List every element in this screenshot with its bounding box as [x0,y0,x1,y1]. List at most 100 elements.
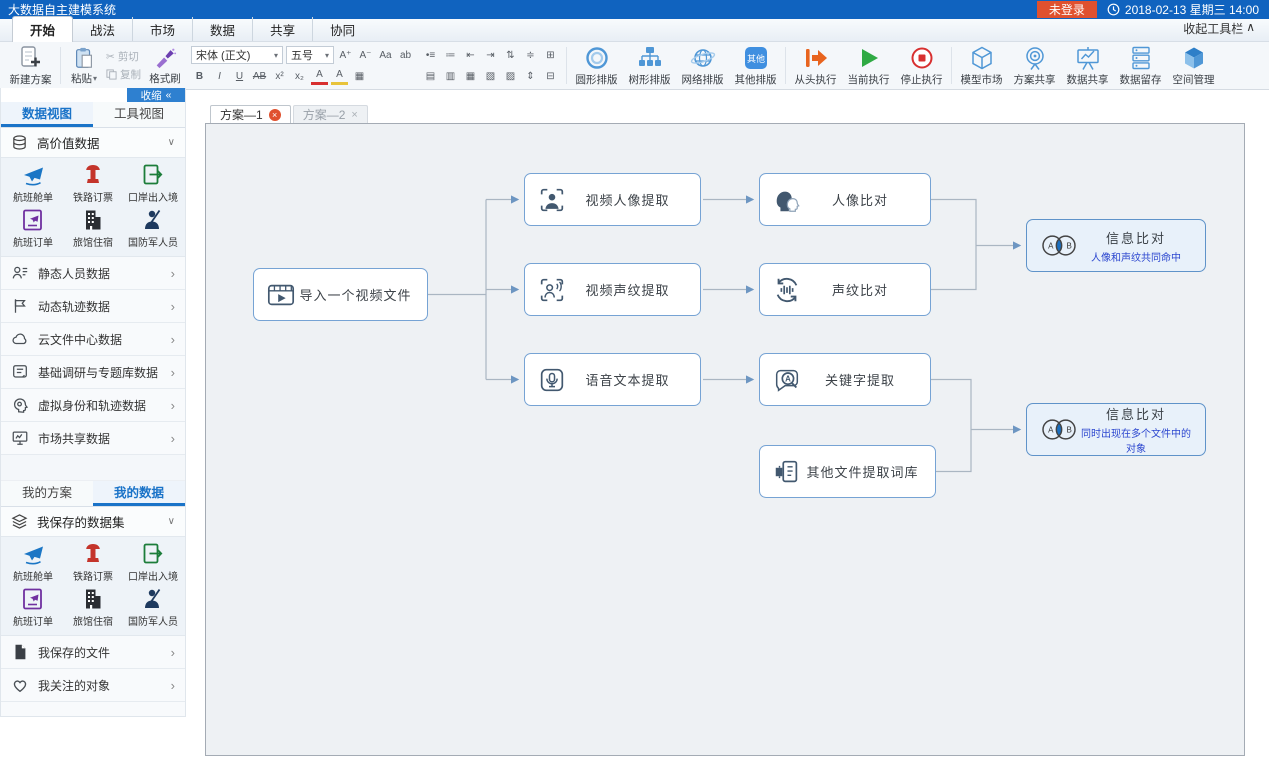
indent-button[interactable]: ⇥ [482,47,499,64]
align-left-button[interactable]: ▤ [422,68,439,85]
my-followed-objects-item[interactable]: 我关注的对象 › [1,669,185,702]
line-spacing-button[interactable]: ⇕ [522,68,539,85]
easel-chart-icon [1075,45,1101,71]
node-face-compare[interactable]: 人像比对 [759,173,931,226]
format-painter-button[interactable]: 格式刷 [143,43,187,88]
login-status-badge[interactable]: 未登录 [1037,1,1097,18]
collapse-toolbar-button[interactable]: 收起工具栏∧ [1183,20,1255,37]
menu-tab-start[interactable]: 开始 [12,16,73,42]
menu-tab-tactics[interactable]: 战法 [73,17,132,41]
menu-tab-share[interactable]: 共享 [252,17,312,41]
node-video-face-extract[interactable]: 视频人像提取 [524,173,701,226]
tab-tool-view[interactable]: 工具视图 [93,102,185,127]
dataset-railway-ticket[interactable]: 铁路订票 [63,542,123,583]
dataset-flight-order[interactable]: 航班订单 [3,208,63,249]
node-keyword-extract[interactable]: A 关键字提取 [759,353,931,406]
category-static-person[interactable]: 静态人员数据 › [1,257,185,290]
data-retention-button[interactable]: 数据留存 [1114,43,1167,88]
data-share-button[interactable]: 数据共享 [1061,43,1114,88]
bullets-button[interactable]: •≡ [422,47,439,64]
tab-my-data[interactable]: 我的数据 [93,481,185,506]
model-market-button[interactable]: 模型市场 [955,43,1008,88]
font-size-select[interactable]: 五号▾ [286,46,334,64]
dataset-military-personnel[interactable]: 国防军人员 [123,208,183,249]
paste-button[interactable]: 粘贴▾ [64,43,104,88]
dataset-border-entry-exit[interactable]: 口岸出入境 [123,163,183,204]
circle-layout-button[interactable]: 圆形排版 [570,43,623,88]
highlight-button[interactable]: ab [397,47,414,64]
dataset-military-personnel[interactable]: 国防军人员 [123,587,183,628]
underline-button[interactable]: U [231,68,248,85]
dataset-hotel-stay[interactable]: 旅馆住宿 [63,208,123,249]
run-from-start-button[interactable]: 从头执行 [789,43,842,88]
node-video-voiceprint-extract[interactable]: 视频声纹提取 [524,263,701,316]
text-shading-button[interactable]: A [331,68,348,85]
category-market-shared[interactable]: 市场共享数据 › [1,422,185,455]
circle-layout-icon [584,45,610,71]
category-virtual-identity[interactable]: 虚拟身份和轨迹数据 › [1,389,185,422]
sort-button[interactable]: ≑ [522,47,539,64]
sidebar-collapse-button[interactable]: 收缩« [127,88,185,102]
network-layout-button[interactable]: 网络排版 [676,43,729,88]
outdent-button[interactable]: ⇤ [462,47,479,64]
superscript-button[interactable]: x² [271,68,288,85]
strikethrough-button[interactable]: AB [251,68,268,85]
align-right-button[interactable]: ▦ [462,68,479,85]
space-manage-button[interactable]: 空间管理 [1167,43,1220,88]
dataset-flight-order[interactable]: 航班订单 [3,587,63,628]
font-color-button[interactable]: A [311,68,328,85]
italic-button[interactable]: I [211,68,228,85]
node-info-compare-1[interactable]: A B 信息比对 人像和声纹共同命中 [1026,219,1206,272]
dataset-hotel-stay[interactable]: 旅馆住宿 [63,587,123,628]
change-case-button[interactable]: Aa [377,47,394,64]
dataset-flight-manifest[interactable]: 航班舱单 [3,163,63,204]
borders-button[interactable]: ⊟ [542,68,559,85]
bold-button[interactable]: B [191,68,208,85]
dataset-railway-ticket[interactable]: 铁路订票 [63,163,123,204]
subscript-button[interactable]: x₂ [291,68,308,85]
high-value-data-header[interactable]: 高价值数据 ∨ [1,128,185,158]
align-center-button[interactable]: ▥ [442,68,459,85]
close-tab-icon[interactable]: × [351,109,357,121]
copy-button[interactable]: 复制 [106,67,141,82]
show-marks-button[interactable]: ⊞ [542,47,559,64]
tab-plan-2[interactable]: 方案—2 × [293,105,368,123]
justify-button[interactable]: ▧ [482,68,499,85]
numbering-button[interactable]: ≔ [442,47,459,64]
category-research-library[interactable]: 基础调研与专题库数据 › [1,356,185,389]
stop-button[interactable]: 停止执行 [895,43,948,88]
shrink-font-button[interactable]: A⁻ [357,47,374,64]
category-cloud-file[interactable]: 云文件中心数据 › [1,323,185,356]
paragraph-group: •≡ ≔ ⇤ ⇥ ⇅ ≑ ⊞ ▤ ▥ ▦ ▧ ▨ ⇕ ⊟ [418,43,563,88]
node-voiceprint-compare[interactable]: 声纹比对 [759,263,931,316]
cut-button[interactable]: ✂剪切 [106,49,141,64]
new-plan-button[interactable]: 新建方案 [4,43,57,88]
menu-tab-market[interactable]: 市场 [132,17,192,41]
node-speech-text-extract[interactable]: 语音文本提取 [524,353,701,406]
char-border-button[interactable]: ▦ [351,68,368,85]
plan-share-button[interactable]: 方案共享 [1008,43,1061,88]
other-layout-button[interactable]: 其他 其他排版 [729,43,782,88]
grow-font-button[interactable]: A⁺ [337,47,354,64]
category-dynamic-track[interactable]: 动态轨迹数据 › [1,290,185,323]
node-info-compare-2[interactable]: A B 信息比对 同时出现在多个文件中的对象 [1026,403,1206,456]
menu-tab-collab[interactable]: 协同 [312,17,372,41]
dataset-border-entry-exit[interactable]: 口岸出入境 [123,542,183,583]
my-saved-files-item[interactable]: 我保存的文件 › [1,636,185,669]
tree-layout-button[interactable]: 树形排版 [623,43,676,88]
tab-data-view[interactable]: 数据视图 [1,102,93,127]
char-scale-button[interactable]: ⇅ [502,47,519,64]
saved-datasets-header[interactable]: 我保存的数据集 ∨ [1,507,185,537]
node-import-video-file[interactable]: 导入一个视频文件 [253,268,428,321]
close-tab-icon[interactable]: × [269,109,281,121]
distribute-button[interactable]: ▨ [502,68,519,85]
run-current-button[interactable]: 当前执行 [842,43,895,88]
ribbon-separator [60,47,61,84]
dataset-flight-manifest[interactable]: 航班舱单 [3,542,63,583]
node-other-files-lexicon[interactable]: 其他文件提取词库 [759,445,936,498]
flow-canvas[interactable]: 导入一个视频文件 视频人像提取 视频声纹提取 [205,123,1245,756]
tab-my-plans[interactable]: 我的方案 [1,481,93,506]
menu-tab-data[interactable]: 数据 [192,17,252,41]
tab-plan-1[interactable]: 方案—1 × [210,105,291,123]
font-family-select[interactable]: 宋体 (正文)▾ [191,46,283,64]
